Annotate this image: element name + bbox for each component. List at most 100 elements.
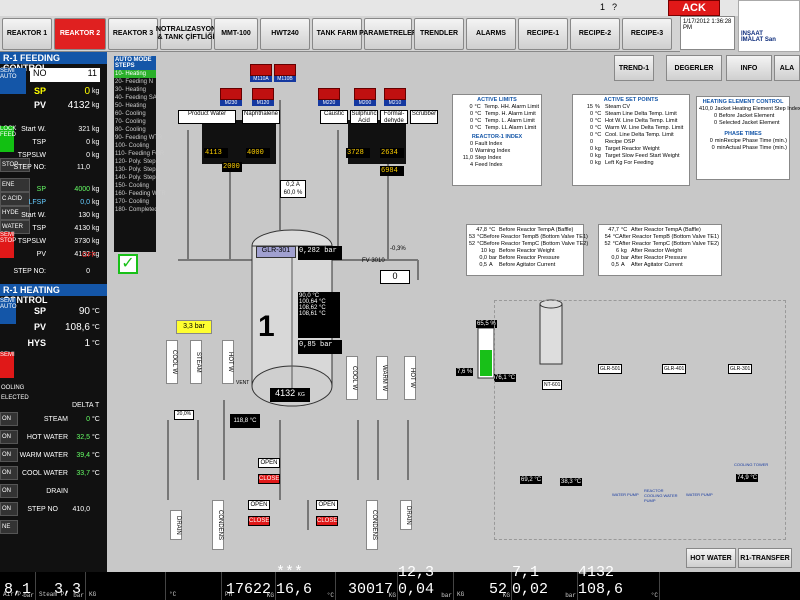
info-cell: Actual Phase Time (min.): [725, 145, 787, 151]
open-button-2[interactable]: OPEN: [248, 500, 270, 510]
help-icon[interactable]: ?: [612, 2, 617, 12]
tab-recipe-1[interactable]: RECIPE-1: [518, 18, 568, 50]
info-row: 0,0 bar Before Reactor Pressure: [469, 255, 581, 262]
tab-hwt240[interactable]: HWT240: [260, 18, 310, 50]
tab-reaktor-1[interactable]: REAKTOR 1: [2, 18, 52, 50]
info-cell: After Reactor TempA (Baffle): [631, 227, 701, 233]
step-item[interactable]: 110- Feeding FOR: [114, 150, 164, 158]
tab-recipe-2[interactable]: RECIPE-2: [570, 18, 620, 50]
step-item[interactable]: 80- Cooling: [114, 126, 156, 134]
info-cell: After Reactor Weight: [631, 248, 682, 254]
step-item[interactable]: 150- Cooling: [114, 182, 156, 190]
info-row: 15% Steam CV: [575, 104, 687, 111]
reactor-kg: 4132 KG: [270, 388, 310, 402]
tab-recipe-3[interactable]: RECIPE-3: [622, 18, 672, 50]
tab-mmt-100[interactable]: MMT-100: [214, 18, 258, 50]
info-cell: A: [489, 262, 493, 268]
step-item[interactable]: 160- Feeding WTR: [114, 190, 166, 198]
tsp2-unit: kg: [92, 224, 100, 232]
info-row: 6 kg After Reactor Weight: [601, 248, 719, 255]
info-cell: Selected Jacket Element: [719, 120, 780, 126]
info-cell: 0: [469, 111, 473, 117]
start-w2-value: 130: [78, 211, 90, 219]
stepno2-label: STEP NO:: [13, 267, 46, 275]
heating-semi-button[interactable]: SEMI: [0, 352, 15, 378]
pipe-hot-w: HOT W: [222, 340, 234, 384]
info-cell: After Reactor TempB (Bottom Valve TE1): [619, 234, 719, 240]
side-ne[interactable]: NE: [0, 520, 18, 534]
close-button-3[interactable]: CLOSE: [316, 516, 338, 526]
step-item[interactable]: 140- Poly. Step3: [114, 174, 159, 182]
open-button-3[interactable]: OPEN: [316, 500, 338, 510]
lfsp-value: 0,0: [80, 198, 90, 206]
pipe-cool-w: COOL W: [166, 340, 178, 384]
display-naphthalene: 4000: [246, 148, 270, 158]
info-row: 0 kg Left Kg For Feeding: [575, 160, 687, 167]
active-sp-header: ACTIVE SET POINTS: [603, 97, 659, 103]
step-item[interactable]: 20- Feeding N: [114, 78, 156, 86]
tab-alarms[interactable]: ALARMS: [466, 18, 516, 50]
step-item[interactable]: 40- Feeding SA: [114, 94, 157, 102]
motor-m210[interactable]: [384, 88, 406, 100]
step-item[interactable]: 10- Heating: [114, 70, 156, 78]
info-cell: Warning Index: [475, 148, 511, 154]
ack-button[interactable]: ACK: [668, 0, 720, 16]
semi-stop-button[interactable]: SEMI STOP: [0, 232, 16, 258]
step-item[interactable]: 50- Heating: [114, 102, 156, 110]
alarm-button[interactable]: ALA: [774, 55, 800, 81]
trend-1-button[interactable]: TREND-1: [614, 55, 654, 81]
motor-m210-label: M210: [384, 100, 406, 106]
info-cell: Fault Index: [475, 141, 503, 147]
hot-water-button[interactable]: HOT WATER: [686, 548, 736, 568]
start-w-label: Start W.: [21, 125, 46, 133]
tab-reaktor-3[interactable]: REAKTOR 3: [108, 18, 158, 50]
motor-m220[interactable]: [318, 88, 340, 100]
close-button-1[interactable]: CLOSE: [258, 474, 280, 484]
r1-transfer-button[interactable]: R1-TRANSFER: [738, 548, 792, 568]
left-control-panel: R-1 FEEDING CONTROL SEMI AUTO NO11 SP0kg…: [0, 52, 107, 572]
info-cell: 0: [589, 146, 593, 152]
degerler-button[interactable]: DEGERLER: [666, 55, 722, 81]
motor-m230-label: M230: [220, 100, 242, 106]
info-cell: min: [714, 138, 724, 144]
fv-value[interactable]: 0: [380, 270, 410, 284]
step-item[interactable]: 90- Feeding WTR: [114, 134, 162, 142]
step-item[interactable]: 120- Poly. Step1: [114, 158, 159, 166]
info-row: 52 °C After Reactor TempC (Bottom Valve TE…: [601, 241, 719, 248]
step-item[interactable]: 70- Cooling: [114, 118, 156, 126]
info-cell: 0: [589, 139, 593, 145]
step-item[interactable]: 30- Heating: [114, 86, 156, 94]
info-cell: After Reactor TempC (Bottom Valve TE2): [618, 241, 719, 247]
tab-notralizasyon[interactable]: NOTRALIZASYON & TANK ÇİFTLİĞİ: [156, 18, 216, 50]
tab-parametreler[interactable]: PARAMETRELER: [359, 18, 417, 50]
tab-reaktor-2[interactable]: REAKTOR 2: [54, 18, 106, 50]
coolwater-unit: °C: [92, 469, 100, 477]
info-cell: 53: [469, 234, 476, 240]
step-item[interactable]: 170- Cooling: [114, 198, 156, 206]
h-sp-label: SP: [33, 306, 46, 316]
checkmark-icon[interactable]: ✓: [118, 254, 138, 274]
tab-bar: REAKTOR 1 REAKTOR 2 REAKTOR 3 NOTRALIZAS…: [0, 16, 680, 52]
motor-m110b[interactable]: [274, 64, 296, 76]
step-item[interactable]: 60- Cooling: [114, 110, 156, 118]
info-row: 47,7 °C After Reactor TempA (Baffle): [601, 227, 719, 234]
phase-times-header: PHASE TIMES: [724, 131, 762, 137]
motor-m230[interactable]: [220, 88, 242, 100]
info-button[interactable]: INFO: [726, 55, 772, 81]
pipe-hot-w2: HOT W: [404, 356, 416, 400]
step-item[interactable]: 180- Completed: [114, 206, 158, 214]
open-button-1[interactable]: OPEN: [258, 458, 280, 468]
tab-tank-farm[interactable]: TANK FARM: [312, 18, 362, 50]
motor-m200[interactable]: [354, 88, 376, 100]
bottom-cell-value: 17622: [225, 581, 271, 598]
warmwater-value: 39,4: [76, 451, 90, 459]
motor-m120[interactable]: [252, 88, 274, 100]
motor-m110a[interactable]: [250, 64, 272, 76]
step-item[interactable]: 130- Poly. Step2: [114, 166, 159, 174]
info-row: 0 min Actual Phase Time (min.): [699, 145, 787, 152]
fv-percent: -0,3%: [390, 246, 406, 252]
info-row: 10 kg Before Reactor Weight: [469, 248, 581, 255]
tab-trendler[interactable]: TRENDLER: [414, 18, 464, 50]
close-button-2[interactable]: CLOSE: [248, 516, 270, 526]
step-item[interactable]: 100- Cooling: [114, 142, 156, 150]
